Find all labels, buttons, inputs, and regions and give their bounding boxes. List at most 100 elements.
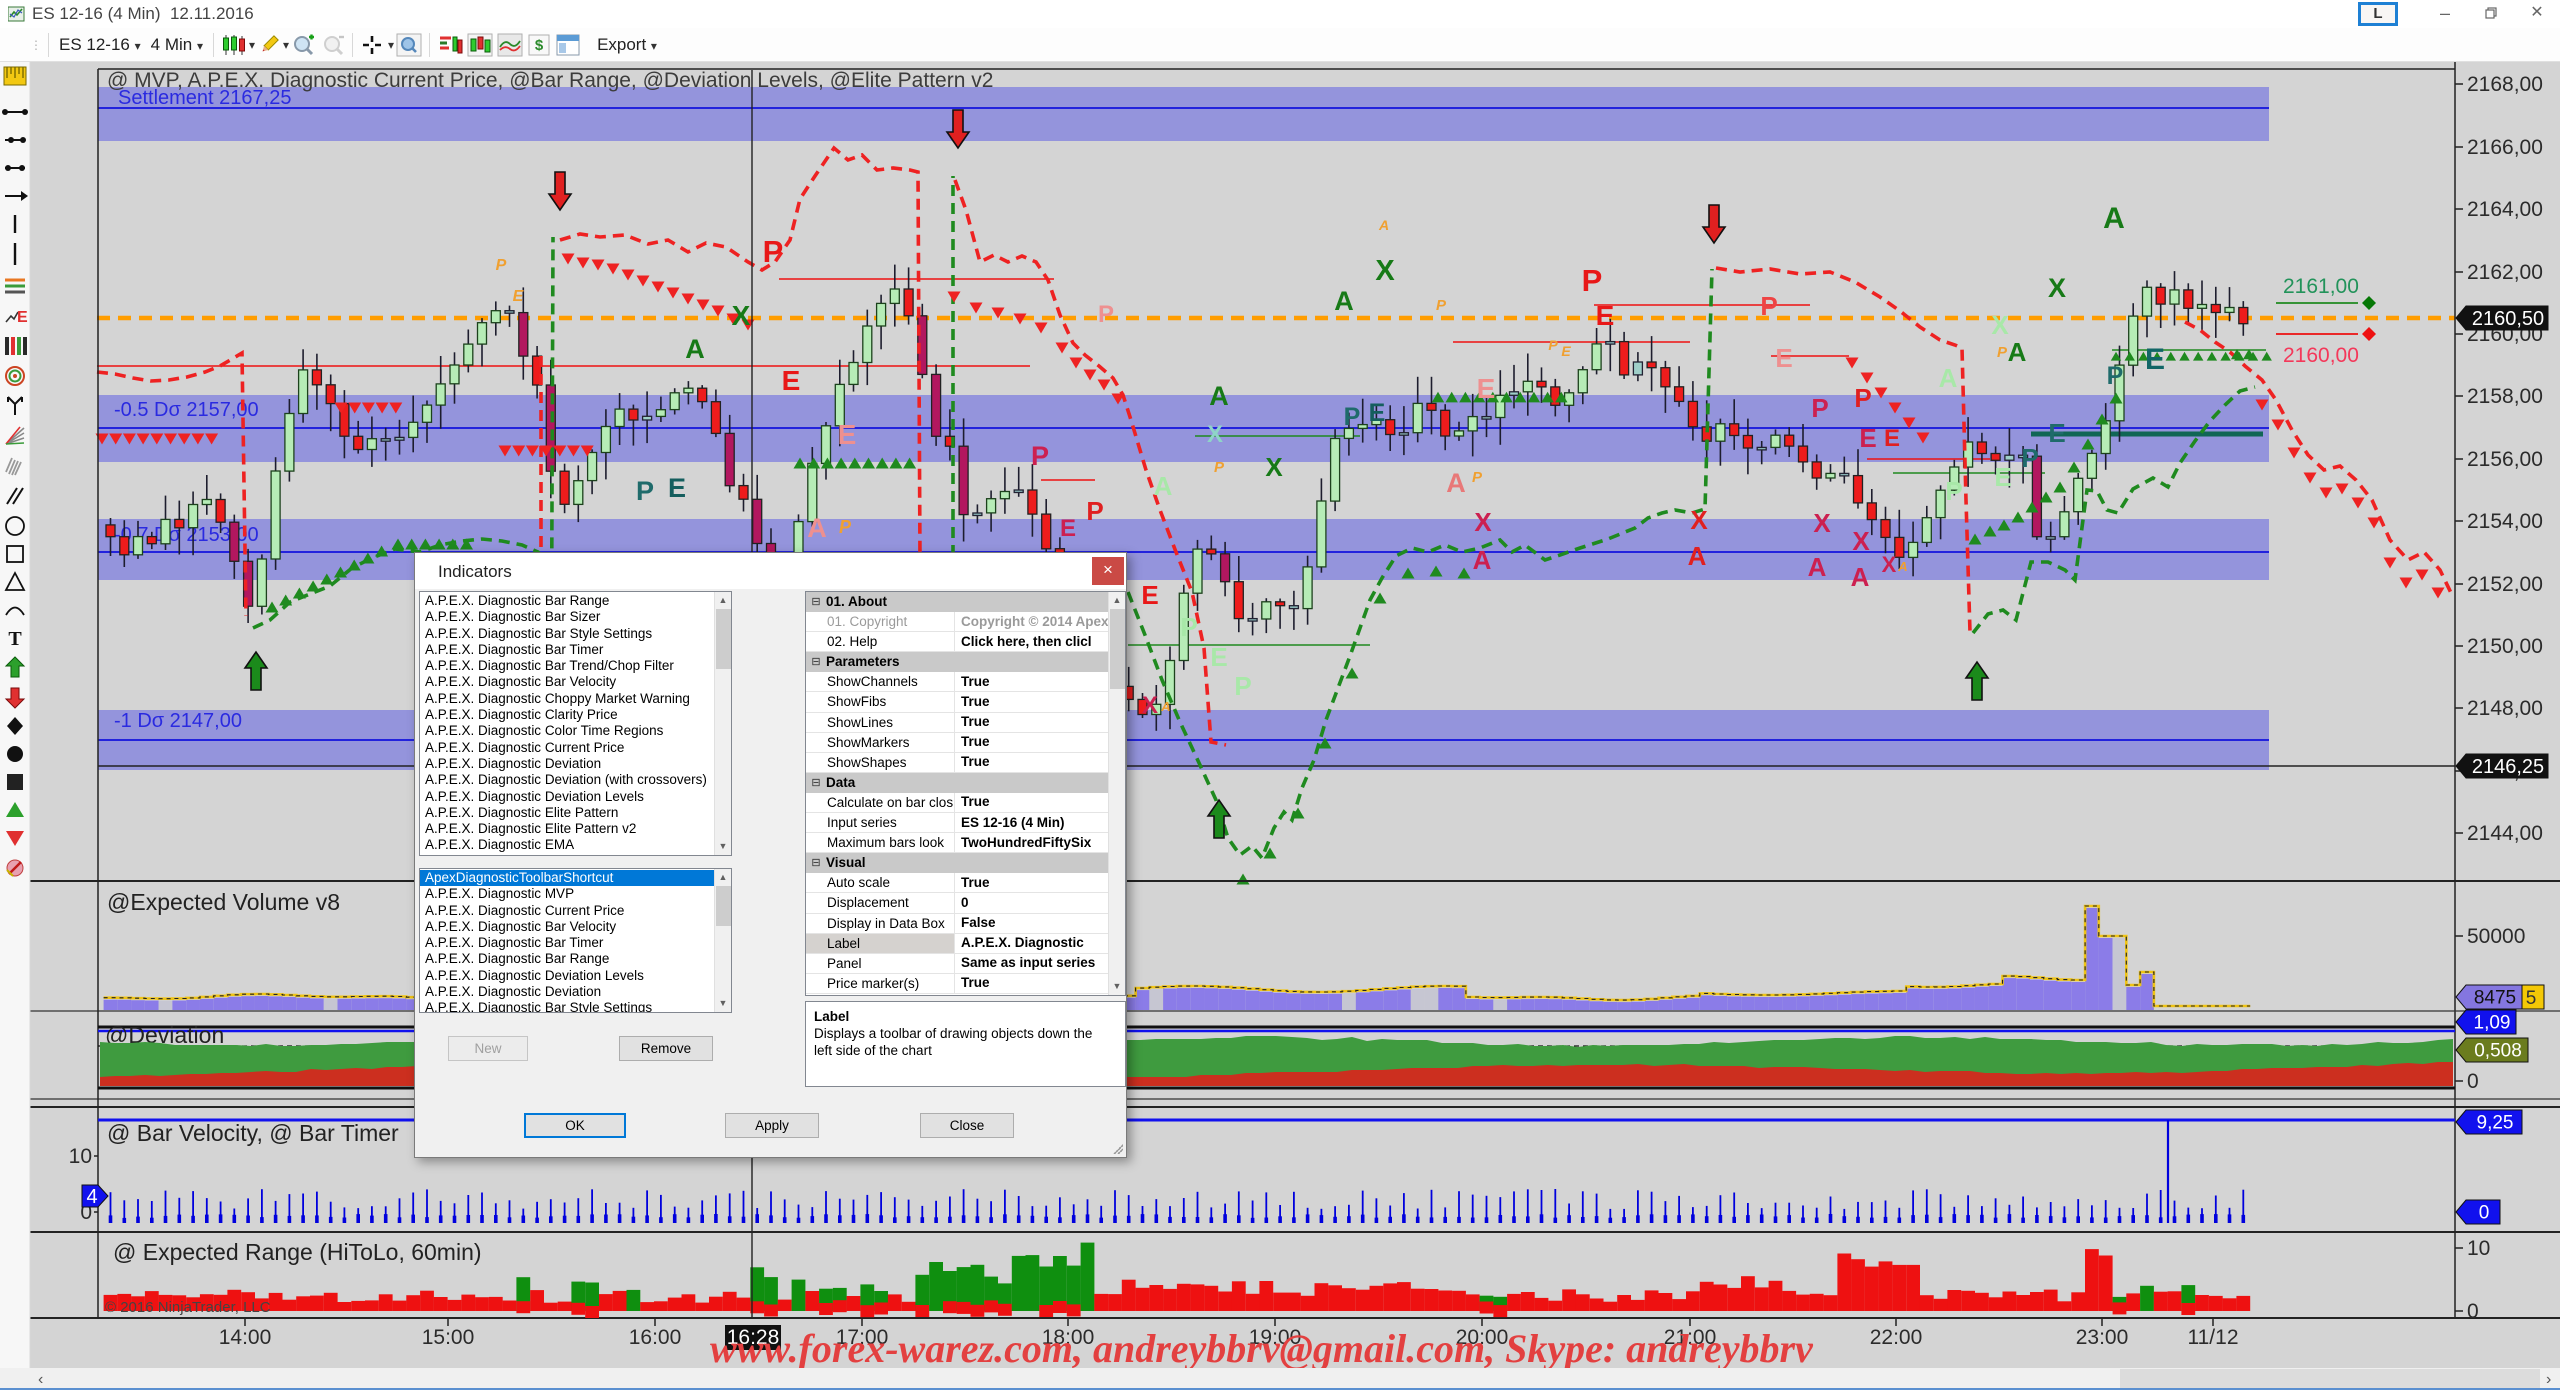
svg-text:P: P <box>1180 612 1197 642</box>
svg-text:0: 0 <box>2467 1300 2479 1323</box>
svg-text:10: 10 <box>69 1145 92 1168</box>
svg-text:E: E <box>782 365 801 396</box>
svg-text:P: P <box>1031 441 1049 471</box>
svg-text:@ MVP, A.P.E.X. Diagnostic Cur: @ MVP, A.P.E.X. Diagnostic Current Price… <box>107 69 993 92</box>
svg-text:E: E <box>1369 399 1386 427</box>
svg-text:E: E <box>668 473 686 503</box>
svg-text:P: P <box>1760 291 1777 321</box>
svg-text:A: A <box>1209 381 1229 411</box>
svg-text:E: E <box>513 288 525 305</box>
svg-text:2148,00: 2148,00 <box>2467 697 2543 720</box>
svg-text:2158,00: 2158,00 <box>2467 385 2543 408</box>
svg-text:E: E <box>1884 425 1900 452</box>
svg-text:X: X <box>1207 421 1223 448</box>
svg-text:X: X <box>1690 505 1708 535</box>
svg-text:2146,25: 2146,25 <box>2472 756 2544 778</box>
svg-text:23:00: 23:00 <box>2076 1326 2129 1349</box>
svg-text:0: 0 <box>2467 1070 2479 1093</box>
svg-text:2152,00: 2152,00 <box>2467 573 2543 596</box>
svg-text:2150,00: 2150,00 <box>2467 635 2543 658</box>
svg-text:X: X <box>1813 508 1831 538</box>
svg-text:E: E <box>1060 515 1076 542</box>
svg-text:P: P <box>1472 469 1483 486</box>
svg-text:E: E <box>2048 418 2065 448</box>
svg-text:© 2016 NinjaTrader, LLC: © 2016 NinjaTrader, LLC <box>105 1299 271 1316</box>
svg-text:11/12: 11/12 <box>2188 1326 2239 1349</box>
svg-text:A: A <box>685 334 705 364</box>
svg-text:E: E <box>1994 462 2011 492</box>
svg-text:P: P <box>636 476 654 506</box>
svg-text:P: P <box>1811 393 1828 423</box>
svg-text:A: A <box>1939 363 1958 393</box>
svg-text:‹: ‹ <box>38 1371 43 1388</box>
svg-text:E: E <box>838 419 857 450</box>
svg-text:E: E <box>1210 642 1227 672</box>
svg-text:2156,00: 2156,00 <box>2467 448 2543 471</box>
svg-text:www.forex-warez.com, andreybbr: www.forex-warez.com, andreybbrv@gmail.co… <box>710 1326 1814 1371</box>
svg-text:E: E <box>1561 343 1571 359</box>
svg-text:P: P <box>1436 297 1447 314</box>
svg-text:E: E <box>1141 580 1158 610</box>
svg-text:2144,00: 2144,00 <box>2467 822 2543 845</box>
svg-text:8475: 8475 <box>2474 988 2516 1009</box>
svg-text:X: X <box>1882 552 1897 577</box>
svg-text:1,09: 1,09 <box>2474 1013 2511 1034</box>
svg-text:2164,00: 2164,00 <box>2467 198 2543 221</box>
svg-text:2166,00: 2166,00 <box>2467 136 2543 159</box>
svg-text:E: E <box>1596 300 1615 331</box>
svg-text:E: E <box>2145 343 2165 376</box>
svg-text:A: A <box>1851 562 1870 592</box>
svg-text:X: X <box>1265 452 1283 482</box>
svg-text:4: 4 <box>86 1186 97 1208</box>
svg-text:X: X <box>1474 507 1492 537</box>
svg-text:P: P <box>1344 403 1361 431</box>
svg-text:P: P <box>2021 443 2038 473</box>
svg-text:2161,00: 2161,00 <box>2283 275 2359 298</box>
svg-text:A: A <box>1808 552 1827 582</box>
svg-text:X: X <box>1852 526 1870 556</box>
svg-text:0,508: 0,508 <box>2474 1041 2522 1062</box>
svg-text:A: A <box>2008 337 2027 367</box>
svg-text:P: P <box>496 257 507 274</box>
svg-text:P: P <box>1945 476 1962 506</box>
svg-text:A: A <box>1446 468 1466 498</box>
svg-text:2168,00: 2168,00 <box>2467 73 2543 96</box>
svg-text:-1 Dσ 2147,00: -1 Dσ 2147,00 <box>114 710 242 732</box>
svg-text:P: P <box>839 517 852 537</box>
svg-text:2160,50: 2160,50 <box>2472 308 2544 330</box>
svg-text:T: T <box>8 628 22 650</box>
svg-text:-0.5 Dσ 2157,00: -0.5 Dσ 2157,00 <box>114 399 259 421</box>
svg-text:22:00: 22:00 <box>1870 1326 1923 1349</box>
svg-text:A: A <box>1334 286 1354 316</box>
svg-text:E: E <box>1477 373 1496 404</box>
svg-text:X: X <box>2048 273 2066 303</box>
svg-text:50000: 50000 <box>2467 925 2525 948</box>
svg-text:P: P <box>2107 362 2124 390</box>
svg-text:10: 10 <box>2467 1237 2490 1260</box>
svg-text:A: A <box>1160 699 1170 714</box>
svg-text:14:00: 14:00 <box>219 1326 272 1349</box>
svg-text:@Expected Volume v8: @Expected Volume v8 <box>107 889 340 915</box>
svg-text:P: P <box>1582 263 1603 298</box>
svg-text:P: P <box>1234 671 1251 701</box>
svg-text:A: A <box>807 513 827 543</box>
svg-text:@ Bar Velocity, @ Bar Timer: @ Bar Velocity, @ Bar Timer <box>107 1120 399 1146</box>
svg-text:2154,00: 2154,00 <box>2467 510 2543 533</box>
svg-text:P: P <box>1098 301 1114 328</box>
svg-text:A: A <box>1473 545 1492 575</box>
svg-text:P: P <box>1854 383 1871 413</box>
svg-text:›: › <box>2546 1371 2551 1388</box>
svg-text:15:00: 15:00 <box>422 1326 475 1349</box>
svg-text:0: 0 <box>2479 1203 2490 1224</box>
svg-text:X: X <box>1142 692 1158 719</box>
svg-text:@ Expected Range (HiToLo, 60mi: @ Expected Range (HiToLo, 60min) <box>113 1239 482 1265</box>
svg-text:5: 5 <box>2526 988 2537 1009</box>
svg-text:2162,00: 2162,00 <box>2467 261 2543 284</box>
svg-text:A: A <box>1688 541 1707 571</box>
svg-text:E: E <box>1859 423 1876 453</box>
svg-text:A: A <box>1378 217 1389 233</box>
svg-text:9,25: 9,25 <box>2477 1113 2514 1134</box>
svg-text:2160,00: 2160,00 <box>2283 344 2359 367</box>
svg-text:E: E <box>17 309 28 326</box>
svg-text:P: P <box>1997 344 2008 361</box>
